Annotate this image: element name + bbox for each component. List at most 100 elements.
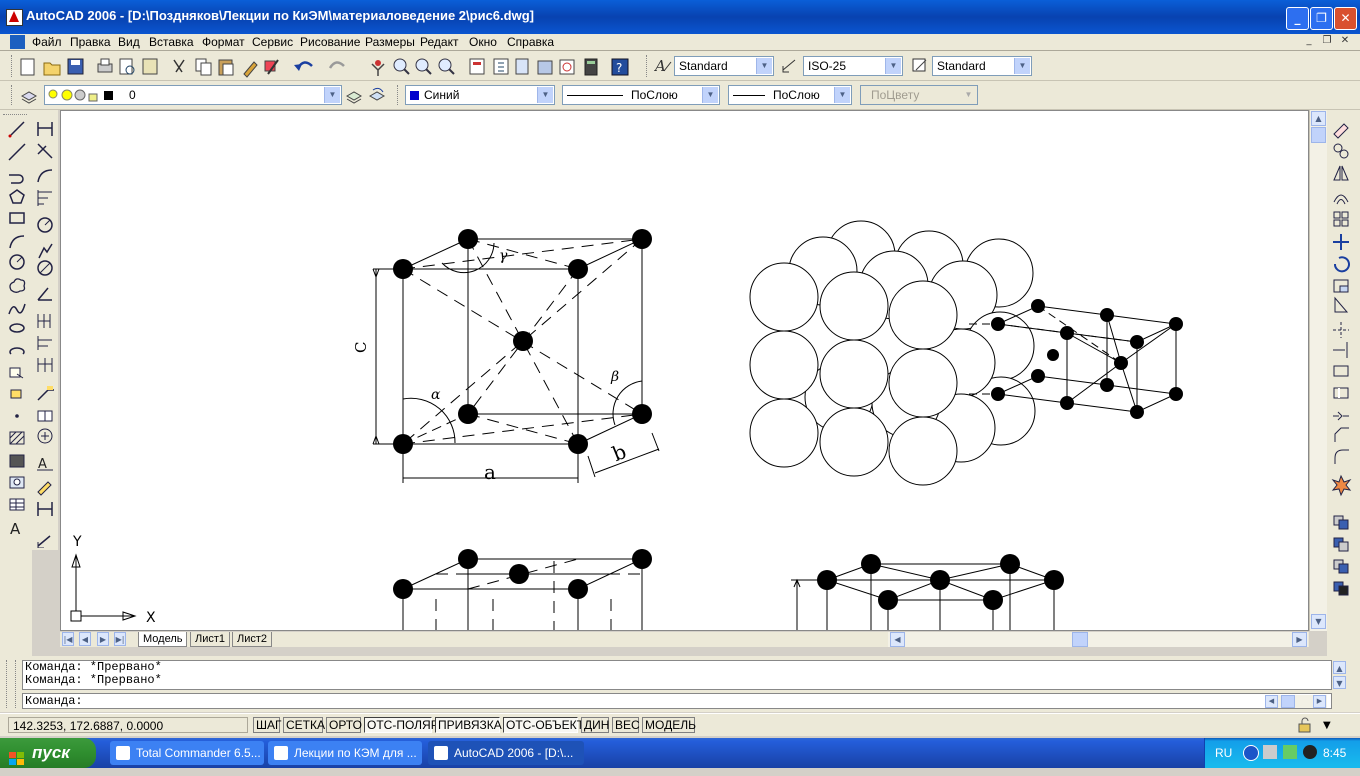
markup-icon[interactable] [559, 59, 575, 75]
draw-order-above-icon[interactable] [1333, 559, 1349, 574]
calculator-icon[interactable] [584, 58, 598, 76]
toolbar-grip[interactable] [397, 85, 401, 105]
command-line-input[interactable]: Команда: [22, 693, 1332, 709]
menu-insert[interactable]: Вставка [149, 34, 194, 50]
plot-preview-icon[interactable] [119, 58, 135, 75]
doc-close-button[interactable]: ✕ [1338, 35, 1352, 47]
toolbar-lock-icon[interactable] [1297, 717, 1313, 733]
scroll-left-button[interactable]: ◀ [890, 632, 905, 647]
scroll-up-button[interactable]: ▲ [1311, 111, 1326, 126]
tolerance-icon[interactable] [37, 410, 53, 422]
document-icon[interactable] [10, 35, 25, 49]
text-style-select[interactable]: Standard ▼ [674, 56, 774, 76]
chevron-down-icon[interactable]: ▼ [834, 87, 850, 103]
break-icon[interactable] [1333, 387, 1349, 399]
vertical-scrollbar[interactable]: ▲ ▼ [1309, 110, 1327, 631]
title-bar[interactable]: AutoCAD 2006 - [D:\Поздняков\Лекции по К… [0, 0, 1360, 34]
status-toggle-3[interactable]: ОТС-ПОЛЯР [364, 717, 439, 733]
revision-cloud-icon[interactable] [9, 278, 26, 293]
publish-icon[interactable] [142, 58, 158, 75]
status-toggle-0[interactable]: ШАГ [253, 717, 282, 733]
status-toggle-6[interactable]: ДИН [581, 717, 609, 733]
status-toggle-2[interactable]: ОРТО [326, 717, 362, 733]
horizontal-scroll-thumb[interactable] [1072, 632, 1088, 647]
dim-style-select[interactable]: ISO-25 ▼ [803, 56, 903, 76]
menu-draw[interactable]: Рисование [300, 34, 360, 50]
plotstyle-select[interactable]: ПоЦвету ▼ [860, 85, 978, 105]
dimension-text-edit-icon[interactable] [37, 481, 52, 496]
zoom-previous-icon[interactable] [438, 58, 455, 75]
menu-help[interactable]: Справка [507, 34, 554, 50]
layer-select[interactable]: 0 ▼ [44, 85, 342, 105]
tool-palettes-icon[interactable] [515, 58, 529, 75]
mirror-icon[interactable] [1333, 165, 1349, 181]
history-scroll-up-button[interactable]: ▲ [1333, 661, 1346, 674]
scroll-right-button[interactable]: ▶ [1292, 632, 1307, 647]
linear-dimension-icon[interactable] [37, 122, 53, 136]
text-style-icon[interactable]: A [653, 56, 672, 75]
linetype-select[interactable]: ПоСлою ▼ [562, 85, 720, 105]
help-icon[interactable]: ? [611, 58, 629, 76]
rotate-icon[interactable] [1333, 256, 1350, 273]
copy-icon[interactable] [195, 58, 212, 76]
network-icon[interactable] [1263, 745, 1277, 759]
region-icon[interactable] [9, 476, 25, 489]
quick-dimension-icon[interactable] [37, 314, 51, 328]
properties-icon[interactable] [469, 58, 485, 75]
status-toggle-8[interactable]: МОДЕЛЬ [642, 717, 696, 733]
cut-icon[interactable] [173, 59, 185, 73]
horizontal-scrollbar[interactable]: ◀ ▶ [888, 632, 1308, 647]
table-style-select[interactable]: Standard ▼ [932, 56, 1032, 76]
next-tab-button[interactable]: ▶ [97, 632, 109, 646]
toolbar-grip[interactable] [11, 85, 15, 105]
center-mark-icon[interactable] [37, 428, 53, 444]
new-icon[interactable] [20, 58, 35, 76]
doc-restore-button[interactable]: ❐ [1320, 35, 1334, 47]
ordinate-dimension-icon[interactable] [37, 190, 52, 206]
lineweight-select[interactable]: ПоСлою ▼ [728, 85, 852, 105]
toolbar-grip[interactable] [11, 55, 15, 77]
taskbar-item-autocad[interactable]: AutoCAD 2006 - [D:\... [428, 741, 584, 765]
antivirus-icon[interactable] [1303, 745, 1317, 759]
vertical-scroll-thumb[interactable] [1311, 127, 1326, 143]
chevron-down-icon[interactable]: ▼ [961, 87, 976, 103]
tab-model[interactable]: Модель [138, 632, 188, 647]
jogged-dimension-icon[interactable] [38, 243, 53, 259]
erase-icon[interactable] [1333, 123, 1349, 139]
minimize-button[interactable]: _ [1286, 7, 1309, 30]
insert-block-icon[interactable] [9, 367, 24, 379]
array-icon[interactable] [1333, 211, 1349, 227]
pan-realtime-icon[interactable] [371, 60, 385, 76]
zoom-window-icon[interactable] [415, 58, 432, 75]
extend-icon[interactable] [1333, 342, 1348, 358]
dim-style-icon[interactable] [781, 56, 799, 74]
history-scroll-down-button[interactable]: ▼ [1333, 676, 1346, 689]
drawing-area[interactable]: C a b α β γ Y X [60, 110, 1309, 631]
status-toggle-7[interactable]: ВЕС [612, 717, 640, 733]
ellipse-arc-icon[interactable] [9, 347, 25, 355]
command-scroll-thumb[interactable] [1281, 695, 1295, 708]
taskbar-item-word[interactable]: Лекции по КЭМ для ... [268, 741, 422, 765]
menu-dimension[interactable]: Размеры [365, 34, 415, 50]
tray-expand-icon[interactable] [1243, 745, 1259, 761]
status-toggle-4[interactable]: ПРИВЯЗКА [435, 717, 502, 733]
quick-leader-icon[interactable] [37, 386, 54, 401]
copy-object-icon[interactable] [1333, 143, 1349, 159]
chamfer-icon[interactable] [1334, 427, 1349, 442]
start-button[interactable]: пуск [0, 738, 96, 768]
aligned-dimension-icon[interactable] [37, 143, 53, 159]
command-window-grip[interactable] [6, 660, 16, 708]
undo-icon[interactable] [294, 61, 313, 71]
chevron-down-icon[interactable]: ▼ [537, 87, 553, 103]
scroll-right-button[interactable]: ▶ [1313, 695, 1326, 708]
dimension-update-icon[interactable] [37, 502, 53, 516]
radius-dimension-icon[interactable] [37, 217, 53, 233]
make-current-layer-icon[interactable] [345, 86, 363, 104]
stretch-icon[interactable] [1334, 296, 1349, 313]
toolbar-grip[interactable] [646, 55, 650, 77]
circle-icon[interactable] [9, 254, 25, 270]
tab-sheet1[interactable]: Лист1 [190, 632, 231, 647]
trim-icon[interactable] [1333, 322, 1349, 338]
join-icon[interactable] [1333, 411, 1349, 421]
command-h-scrollbar[interactable]: ◀ ▶ [1265, 695, 1327, 708]
